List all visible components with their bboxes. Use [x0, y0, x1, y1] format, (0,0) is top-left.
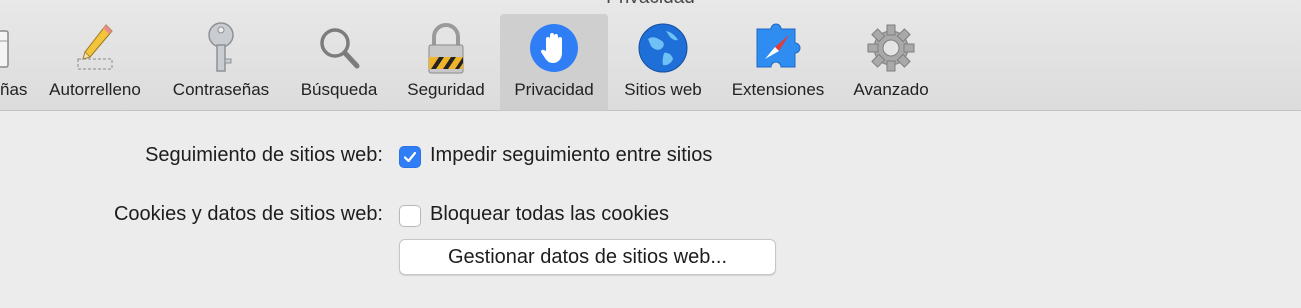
prevent-tracking-label[interactable]: Impedir seguimiento entre sitios: [430, 144, 712, 167]
tab-label-security: Seguridad: [407, 80, 485, 99]
prevent-tracking-checkbox[interactable]: [399, 146, 421, 168]
tab-passwords[interactable]: Contraseñas: [160, 14, 282, 110]
tab-label-general: ñas: [0, 80, 28, 99]
tab-websites[interactable]: Sitios web: [612, 14, 714, 110]
tab-general[interactable]: ñas: [0, 14, 36, 110]
preferences-toolbar: Privacidad ñas Autorrelleno: [0, 0, 1301, 111]
tab-label-autofill: Autorrelleno: [49, 80, 141, 99]
hand-icon: [525, 19, 583, 77]
tab-extensions[interactable]: Extensiones: [718, 14, 838, 110]
pencil-icon: [66, 19, 124, 77]
globe-icon: [634, 19, 692, 77]
block-cookies-label[interactable]: Bloquear todas las cookies: [430, 203, 669, 226]
window-title: Privacidad: [0, 0, 1301, 9]
privacy-pane: Seguimiento de sitios web: Impedir segui…: [0, 111, 1301, 308]
cookies-label: Cookies y datos de sitios web:: [113, 203, 383, 225]
tab-search[interactable]: Búsqueda: [290, 14, 388, 110]
puzzle-compass-icon: [749, 19, 807, 77]
tab-label-passwords: Contraseñas: [172, 80, 270, 99]
key-icon: [192, 19, 250, 77]
tab-label-extensions: Extensiones: [731, 80, 825, 99]
gear-icon: [862, 19, 920, 77]
manage-website-data-button[interactable]: Gestionar datos de sitios web...: [399, 239, 776, 275]
padlock-icon: [417, 19, 475, 77]
tab-label-privacy: Privacidad: [514, 80, 594, 99]
general-icon: [0, 19, 32, 77]
block-cookies-checkbox[interactable]: [399, 205, 421, 227]
tab-privacy[interactable]: Privacidad: [500, 14, 608, 110]
tab-label-advanced: Avanzado: [853, 80, 929, 99]
tab-label-search: Búsqueda: [300, 80, 378, 99]
tab-security[interactable]: Seguridad: [396, 14, 496, 110]
magnifier-icon: [310, 19, 368, 77]
tab-advanced[interactable]: Avanzado: [842, 14, 940, 110]
tab-label-websites: Sitios web: [624, 80, 702, 99]
tab-autofill[interactable]: Autorrelleno: [38, 14, 152, 110]
tracking-label: Seguimiento de sitios web:: [145, 144, 383, 166]
checkmark-icon: [403, 151, 417, 163]
